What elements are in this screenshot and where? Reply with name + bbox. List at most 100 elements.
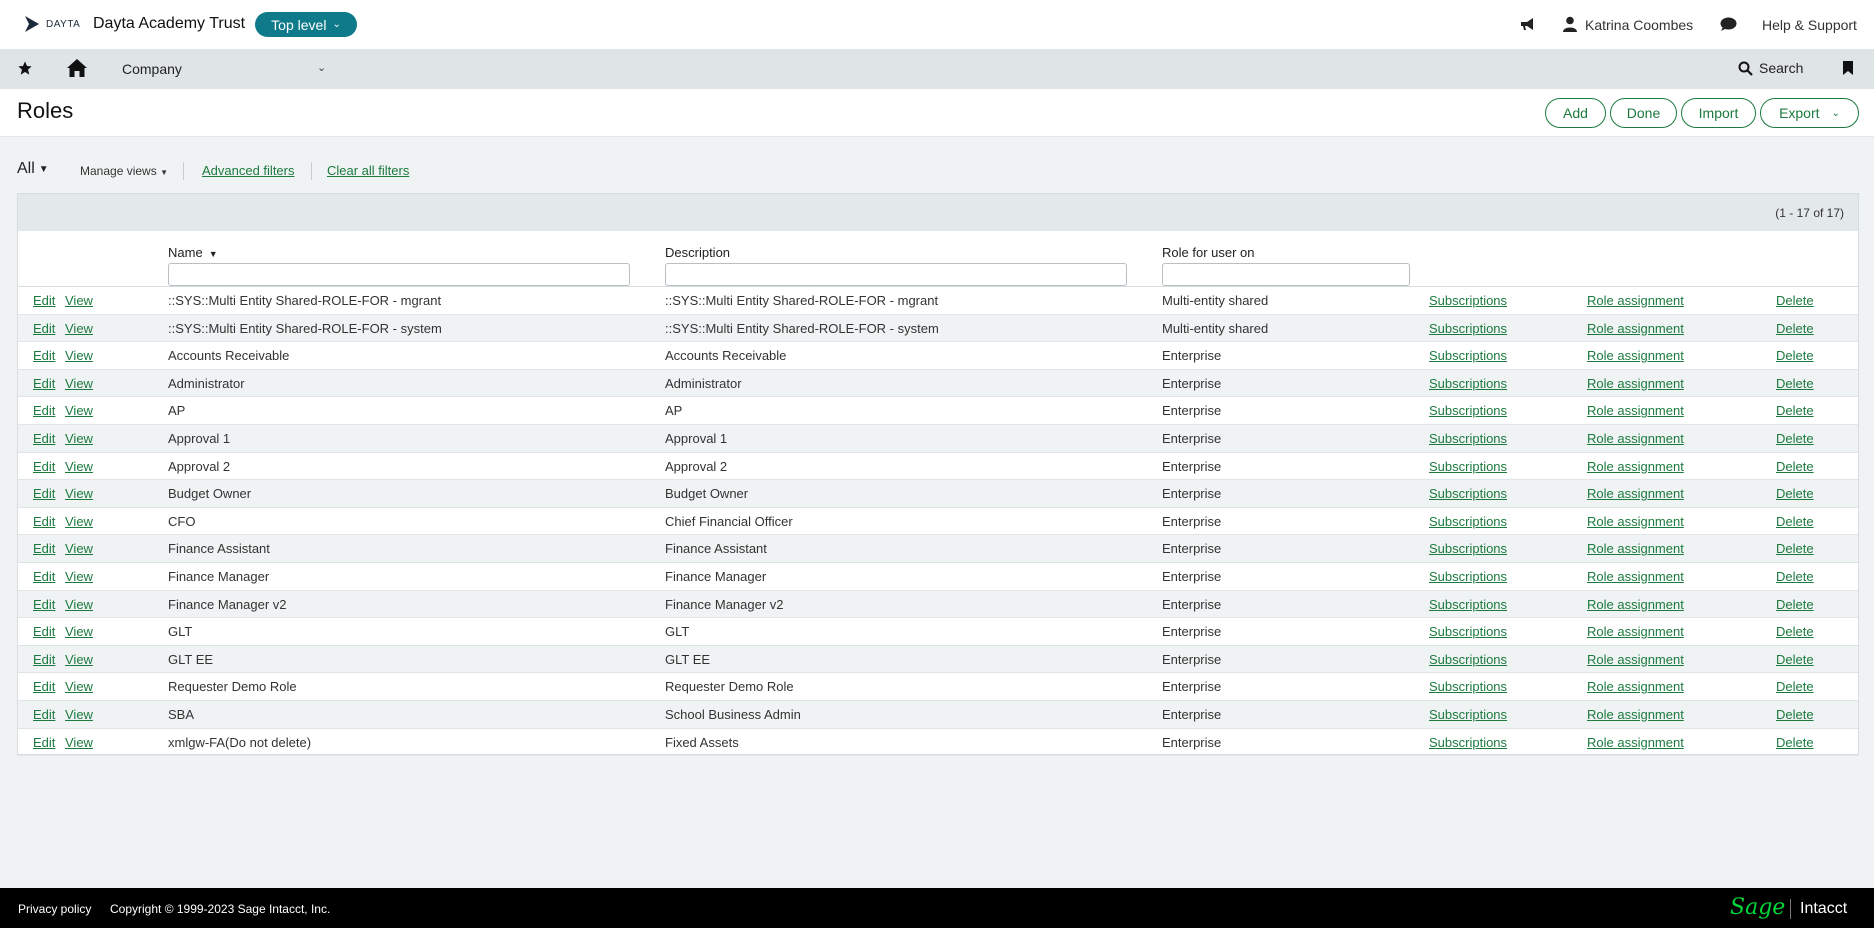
view-link[interactable]: View: [65, 652, 93, 667]
privacy-policy-link[interactable]: Privacy policy: [18, 902, 91, 916]
view-link[interactable]: View: [65, 679, 93, 694]
company-logo[interactable]: DAYTA: [23, 15, 80, 33]
subscriptions-link[interactable]: Subscriptions: [1429, 624, 1507, 639]
level-selector[interactable]: Top level ⌄: [255, 12, 357, 37]
role-assignment-link[interactable]: Role assignment: [1587, 597, 1684, 612]
role-assignment-link[interactable]: Role assignment: [1587, 679, 1684, 694]
role-assignment-link[interactable]: Role assignment: [1587, 569, 1684, 584]
megaphone-icon[interactable]: [1519, 16, 1537, 32]
search-button[interactable]: Search: [1738, 60, 1803, 76]
subscriptions-link[interactable]: Subscriptions: [1429, 707, 1507, 722]
user-menu[interactable]: Katrina Coombes: [1585, 17, 1693, 33]
role-assignment-link[interactable]: Role assignment: [1587, 541, 1684, 556]
help-support-link[interactable]: Help & Support: [1762, 17, 1857, 33]
column-header-description[interactable]: Description: [665, 245, 730, 260]
edit-link[interactable]: Edit: [33, 679, 55, 694]
view-link[interactable]: View: [65, 624, 93, 639]
edit-link[interactable]: Edit: [33, 293, 55, 308]
role-assignment-link[interactable]: Role assignment: [1587, 707, 1684, 722]
view-link[interactable]: View: [65, 293, 93, 308]
delete-link[interactable]: Delete: [1776, 431, 1814, 446]
edit-link[interactable]: Edit: [33, 735, 55, 750]
edit-link[interactable]: Edit: [33, 652, 55, 667]
view-link[interactable]: View: [65, 459, 93, 474]
view-link[interactable]: View: [65, 376, 93, 391]
name-filter-input[interactable]: [168, 263, 630, 286]
chevron-down-icon[interactable]: ⌄: [317, 61, 326, 74]
edit-link[interactable]: Edit: [33, 486, 55, 501]
edit-link[interactable]: Edit: [33, 403, 55, 418]
edit-link[interactable]: Edit: [33, 541, 55, 556]
column-header-name[interactable]: Name ▼: [168, 245, 218, 260]
edit-link[interactable]: Edit: [33, 459, 55, 474]
done-button[interactable]: Done: [1610, 98, 1677, 128]
user-icon[interactable]: [1563, 16, 1577, 32]
edit-link[interactable]: Edit: [33, 514, 55, 529]
role-assignment-link[interactable]: Role assignment: [1587, 348, 1684, 363]
subscriptions-link[interactable]: Subscriptions: [1429, 293, 1507, 308]
export-button[interactable]: Export ⌄: [1760, 98, 1859, 128]
subscriptions-link[interactable]: Subscriptions: [1429, 679, 1507, 694]
view-link[interactable]: View: [65, 321, 93, 336]
description-filter-input[interactable]: [665, 263, 1127, 286]
delete-link[interactable]: Delete: [1776, 293, 1814, 308]
view-link[interactable]: View: [65, 431, 93, 446]
delete-link[interactable]: Delete: [1776, 321, 1814, 336]
advanced-filters-link[interactable]: Advanced filters: [202, 163, 295, 178]
column-header-role-for[interactable]: Role for user on: [1162, 245, 1255, 260]
subscriptions-link[interactable]: Subscriptions: [1429, 403, 1507, 418]
role-assignment-link[interactable]: Role assignment: [1587, 486, 1684, 501]
view-link[interactable]: View: [65, 486, 93, 501]
edit-link[interactable]: Edit: [33, 707, 55, 722]
delete-link[interactable]: Delete: [1776, 735, 1814, 750]
delete-link[interactable]: Delete: [1776, 569, 1814, 584]
edit-link[interactable]: Edit: [33, 376, 55, 391]
role-assignment-link[interactable]: Role assignment: [1587, 321, 1684, 336]
clear-filters-link[interactable]: Clear all filters: [327, 163, 409, 178]
subscriptions-link[interactable]: Subscriptions: [1429, 348, 1507, 363]
subscriptions-link[interactable]: Subscriptions: [1429, 459, 1507, 474]
view-link[interactable]: View: [65, 348, 93, 363]
role-assignment-link[interactable]: Role assignment: [1587, 431, 1684, 446]
edit-link[interactable]: Edit: [33, 321, 55, 336]
view-link[interactable]: View: [65, 707, 93, 722]
manage-views-menu[interactable]: Manage views ▼: [80, 164, 168, 178]
company-menu[interactable]: Company: [122, 61, 182, 77]
delete-link[interactable]: Delete: [1776, 541, 1814, 556]
subscriptions-link[interactable]: Subscriptions: [1429, 376, 1507, 391]
subscriptions-link[interactable]: Subscriptions: [1429, 735, 1507, 750]
import-button[interactable]: Import: [1681, 98, 1756, 128]
delete-link[interactable]: Delete: [1776, 597, 1814, 612]
subscriptions-link[interactable]: Subscriptions: [1429, 431, 1507, 446]
role-assignment-link[interactable]: Role assignment: [1587, 652, 1684, 667]
delete-link[interactable]: Delete: [1776, 624, 1814, 639]
delete-link[interactable]: Delete: [1776, 459, 1814, 474]
home-icon[interactable]: [66, 58, 88, 78]
subscriptions-link[interactable]: Subscriptions: [1429, 514, 1507, 529]
role-assignment-link[interactable]: Role assignment: [1587, 376, 1684, 391]
view-selector[interactable]: All ▼: [17, 160, 49, 178]
delete-link[interactable]: Delete: [1776, 514, 1814, 529]
edit-link[interactable]: Edit: [33, 597, 55, 612]
role-assignment-link[interactable]: Role assignment: [1587, 514, 1684, 529]
subscriptions-link[interactable]: Subscriptions: [1429, 597, 1507, 612]
view-link[interactable]: View: [65, 541, 93, 556]
bookmark-icon[interactable]: [1842, 60, 1854, 76]
delete-link[interactable]: Delete: [1776, 679, 1814, 694]
subscriptions-link[interactable]: Subscriptions: [1429, 321, 1507, 336]
role-assignment-link[interactable]: Role assignment: [1587, 459, 1684, 474]
role-assignment-link[interactable]: Role assignment: [1587, 293, 1684, 308]
view-link[interactable]: View: [65, 403, 93, 418]
role-for-filter-input[interactable]: [1162, 263, 1410, 286]
edit-link[interactable]: Edit: [33, 348, 55, 363]
delete-link[interactable]: Delete: [1776, 403, 1814, 418]
view-link[interactable]: View: [65, 597, 93, 612]
role-assignment-link[interactable]: Role assignment: [1587, 735, 1684, 750]
delete-link[interactable]: Delete: [1776, 707, 1814, 722]
edit-link[interactable]: Edit: [33, 569, 55, 584]
view-link[interactable]: View: [65, 735, 93, 750]
delete-link[interactable]: Delete: [1776, 348, 1814, 363]
role-assignment-link[interactable]: Role assignment: [1587, 624, 1684, 639]
delete-link[interactable]: Delete: [1776, 376, 1814, 391]
delete-link[interactable]: Delete: [1776, 652, 1814, 667]
